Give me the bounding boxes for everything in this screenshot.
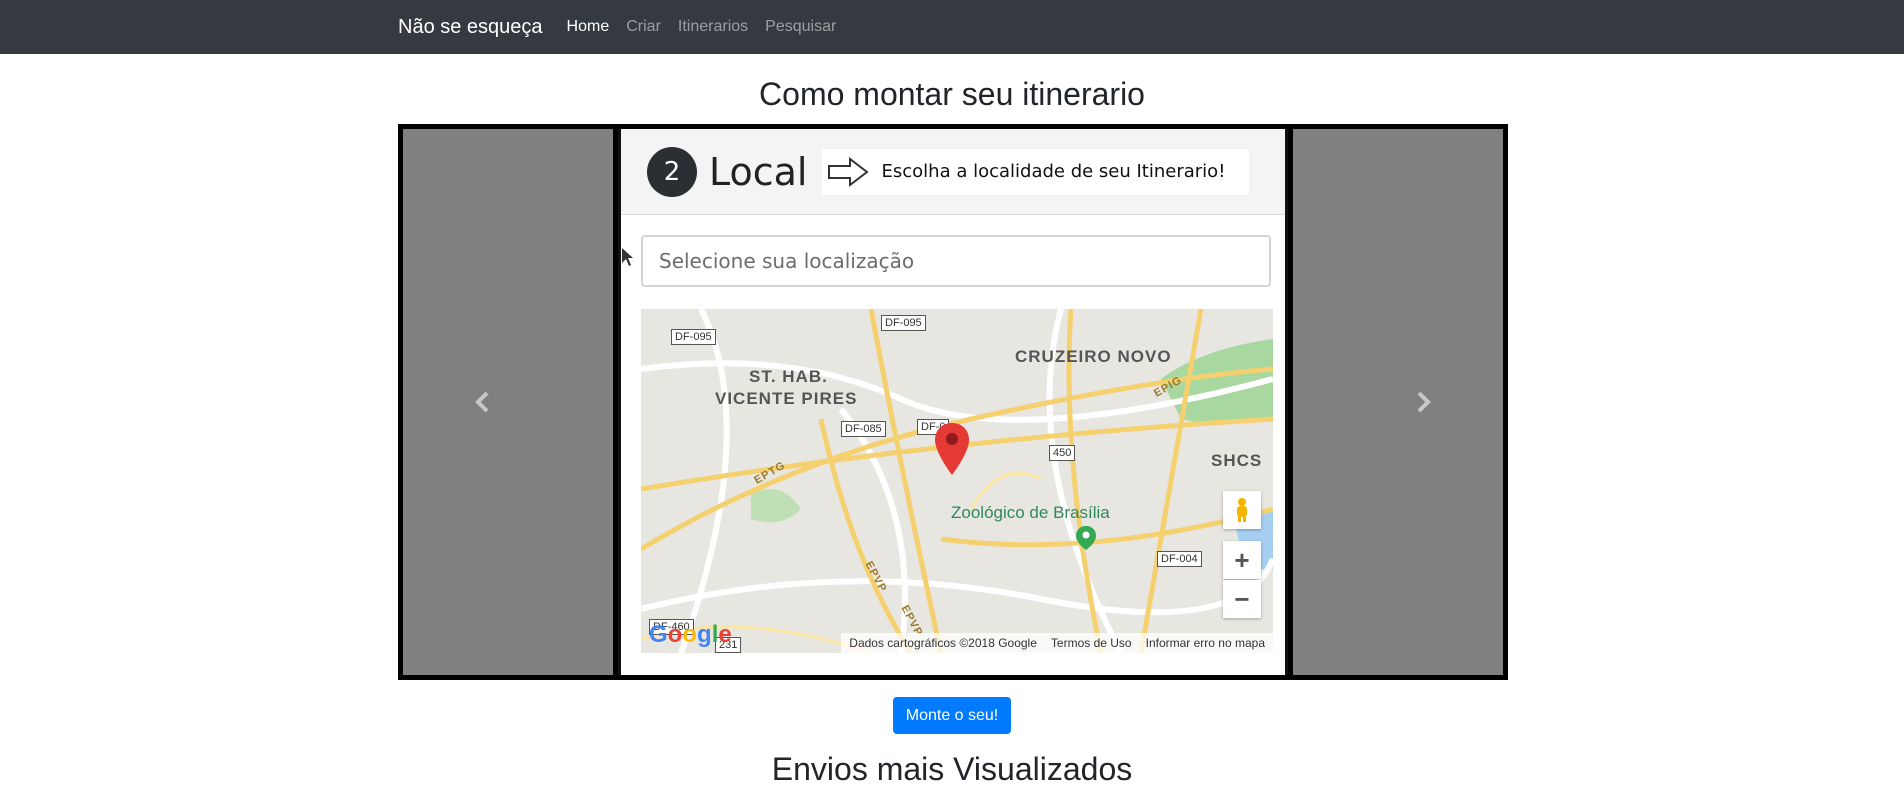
step-title: Local [709,149,808,194]
hint-box: Escolha a localidade de seu Itinerario! [821,148,1250,195]
map-terms-link[interactable]: Termos de Uso [1051,636,1132,650]
most-viewed-title: Envios mais Visualizados [771,751,1133,787]
zoom-in-button[interactable]: + [1223,541,1261,579]
arrow-right-icon [827,156,869,187]
carousel-slide: 2 Local Escolha a localidade de seu Itin… [618,129,1288,675]
google-logo: Google [649,621,732,648]
step-header: 2 Local Escolha a localidade de seu Itin… [621,129,1285,215]
map-report-link[interactable]: Informar erro no mapa [1146,636,1265,650]
map-label: CRUZEIRO NOVO [1015,347,1172,366]
road-tag: 450 [1049,445,1076,461]
hint-text: Escolha a localidade de seu Itinerario! [881,161,1226,182]
nav-link-home[interactable]: Home [567,18,610,36]
map-footer: Dados cartográficos ©2018 Google Termos … [841,633,1273,653]
nav-link-pesquisar[interactable]: Pesquisar [765,18,836,36]
top-navbar: Não se esqueça Home Criar Itinerarios Pe… [0,0,1904,54]
map-label: VICENTE PIRES [715,389,858,408]
road-tag: DF-004 [1157,551,1202,567]
nav-link-itinerarios[interactable]: Itinerarios [678,18,748,36]
build-itinerary-button[interactable]: Monte o seu! [893,697,1011,734]
howto-title: Como montar seu itinerario [759,76,1145,112]
step-number-badge: 2 [647,146,697,197]
map-label: ST. HAB. [749,367,828,386]
mouse-cursor-icon [622,248,633,266]
road-tag: DF-095 [881,315,926,331]
road-tag: DF-095 [671,329,716,345]
map-background [641,309,1273,653]
pegman-icon [1237,498,1247,522]
howto-carousel: 2 Local Escolha a localidade de seu Itin… [398,124,1508,680]
map-label: SHCS [1211,451,1263,470]
location-map[interactable]: ST. HAB. VICENTE PIRES CRUZEIRO NOVO SHC… [641,309,1273,653]
zoo-pin-icon [1076,526,1096,550]
carousel-prev-button[interactable] [403,129,563,675]
zoom-out-button[interactable]: − [1223,580,1261,618]
map-pin-icon[interactable] [933,421,971,477]
street-view-button[interactable] [1223,491,1261,529]
chevron-left-icon [475,391,489,413]
map-copyright: Dados cartográficos ©2018 Google [849,636,1037,650]
carousel-next-button[interactable] [1343,129,1503,675]
poi-label: Zoológico de Brasília [951,503,1110,522]
nav-link-criar[interactable]: Criar [626,18,661,36]
brand-link[interactable]: Não se esqueça [398,16,543,39]
road-tag: DF-085 [841,421,886,437]
location-input[interactable] [641,235,1271,287]
chevron-right-icon [1417,391,1431,413]
